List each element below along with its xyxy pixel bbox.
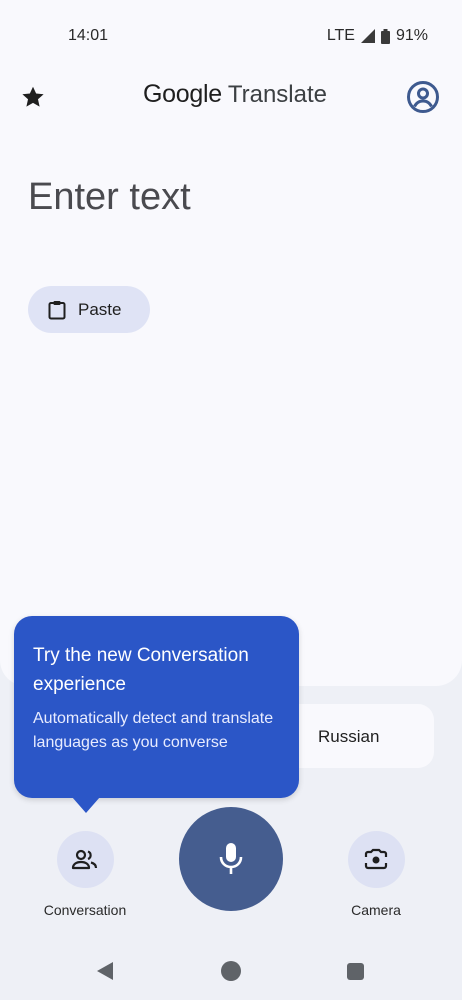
tooltip-body: Automatically detect and translate langu… [33, 710, 274, 751]
status-time: 14:01 [68, 27, 109, 44]
saved-button[interactable] [18, 82, 48, 112]
camera-button[interactable]: Camera [336, 831, 416, 918]
conversation-tooltip[interactable]: Try the new Conversation experience Auto… [14, 616, 299, 798]
clipboard-icon [48, 300, 66, 319]
battery-icon [380, 28, 390, 44]
tooltip-title: Try the new Conversation experience [33, 645, 249, 695]
account-icon [407, 81, 439, 113]
app-bar: Google Translate [0, 70, 462, 126]
people-icon [71, 849, 98, 869]
camera-circle[interactable] [347, 831, 405, 888]
text-input[interactable]: Enter text [28, 176, 191, 219]
system-nav-bar [0, 940, 462, 1000]
account-button[interactable] [404, 78, 442, 116]
signal-icon [360, 29, 375, 43]
battery-level: 91% [395, 27, 428, 44]
paste-button[interactable]: Paste [28, 286, 150, 333]
brand-product: Translate [227, 81, 327, 108]
brand-google: Google [143, 80, 222, 108]
microphone-icon [219, 843, 243, 874]
status-bar: 14:01 LTE 91% [0, 0, 462, 70]
conversation-circle[interactable] [56, 831, 114, 888]
target-language-label: Russian [318, 727, 380, 746]
back-icon[interactable] [95, 961, 115, 981]
camera-label: Camera [351, 902, 401, 918]
star-icon [22, 86, 44, 107]
tooltip-arrow [72, 797, 100, 813]
status-indicators: LTE 91% [327, 27, 428, 45]
voice-input-button[interactable] [179, 807, 283, 911]
conversation-button[interactable]: Conversation [40, 831, 130, 918]
recents-icon[interactable] [347, 963, 364, 980]
app-logo: Google Translate [143, 80, 327, 109]
home-icon[interactable] [221, 961, 241, 981]
network-label: LTE [326, 27, 355, 44]
camera-icon [364, 848, 388, 869]
paste-label: Paste [78, 299, 122, 319]
conversation-label: Conversation [43, 902, 127, 918]
